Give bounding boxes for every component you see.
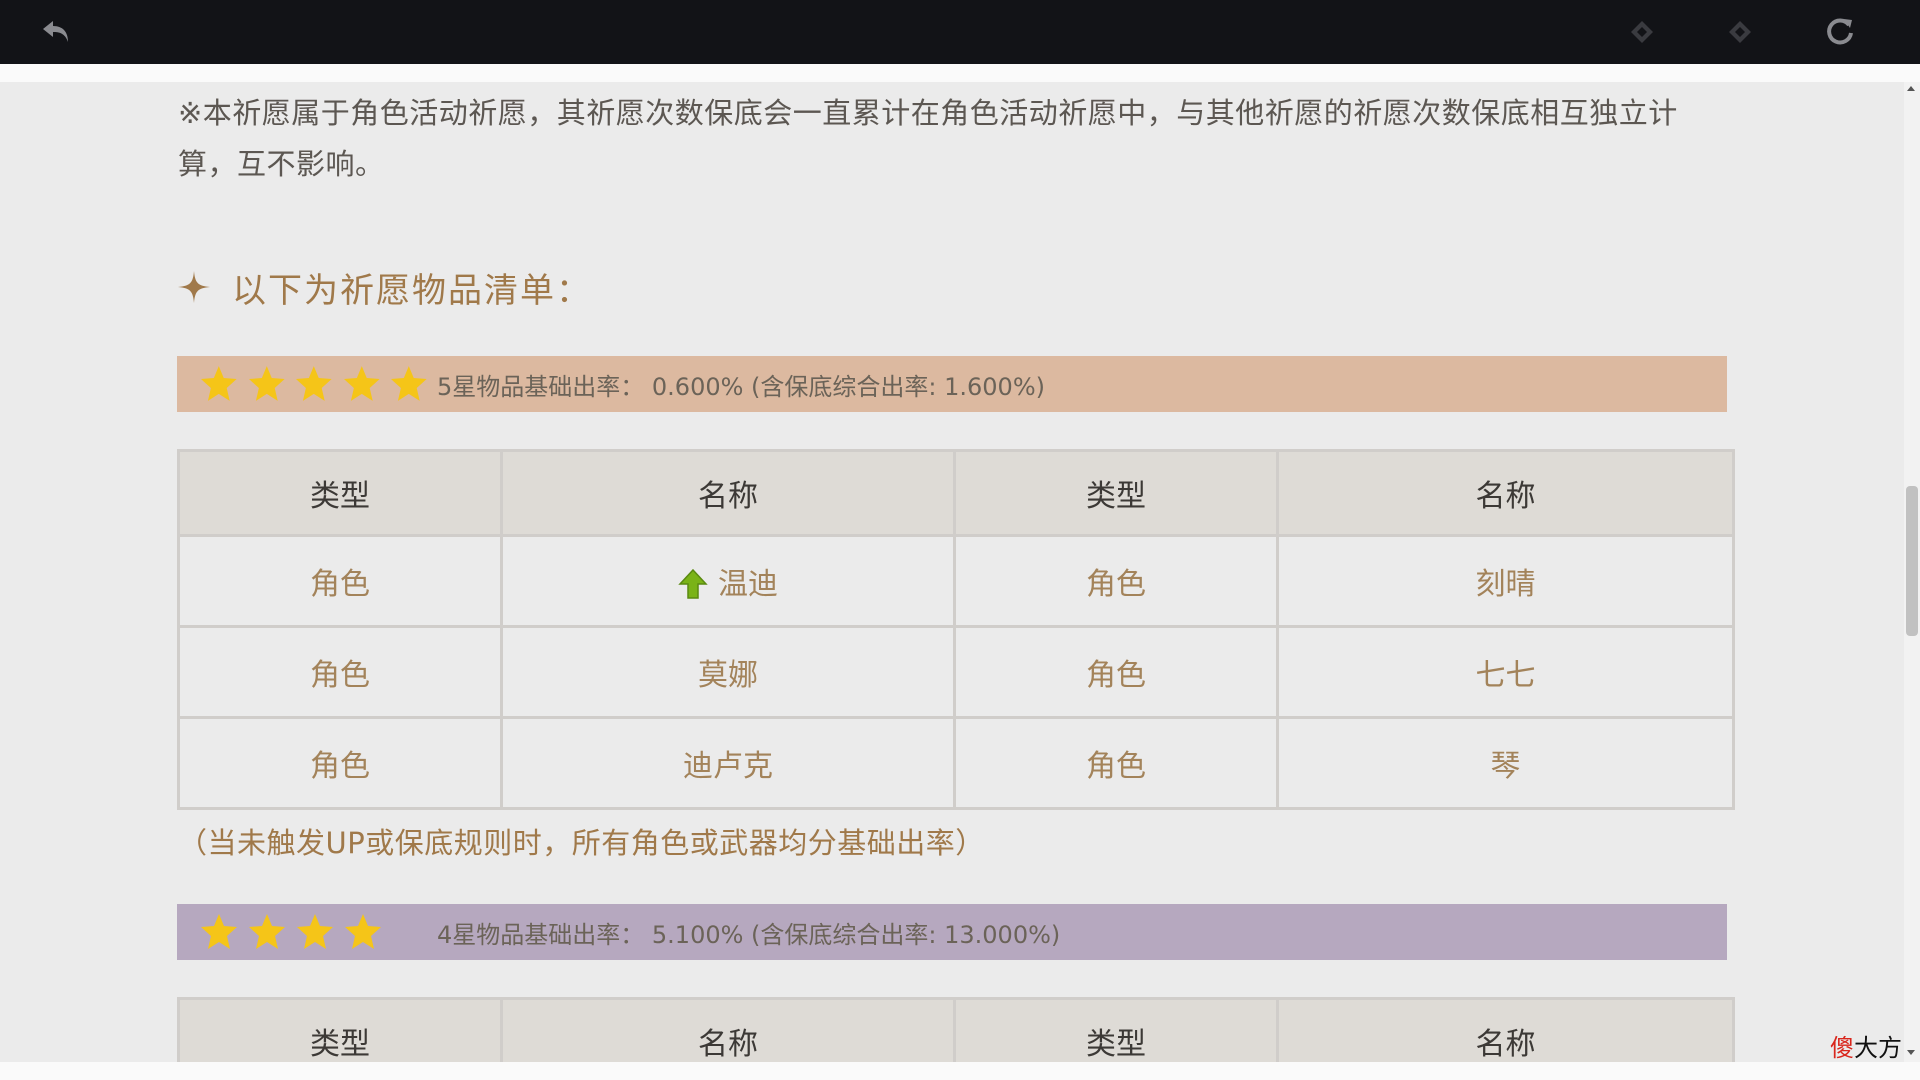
four-star-rate-text: 4星物品基础出率： 5.100% (含保底综合出率: 13.000%) (437, 920, 1061, 949)
header-type: 类型 (177, 449, 503, 537)
table-header-row: 类型 名称 类型 名称 (177, 997, 1735, 1062)
top-divider (0, 64, 1920, 82)
star-icon (345, 914, 381, 949)
header-type: 类型 (177, 997, 503, 1062)
five-star-rate-text: 5星物品基础出率： 0.600% (含保底综合出率: 1.600%) (437, 372, 1045, 401)
back-arrow-icon (43, 21, 68, 42)
rate-footnote: （当未触发UP或保底规则时，所有角色或武器均分基础出率） (178, 826, 985, 860)
five-star-item-table: 类型 名称 类型 名称 角色 温迪 角色 刻晴 角色 莫娜 角色 七七 角色 迪… (177, 449, 1735, 810)
refresh-icon (1827, 18, 1853, 45)
table-header-row: 类型 名称 类型 名称 (177, 449, 1735, 537)
section-title: 以下为祈愿物品清单： (232, 270, 592, 311)
sparkle-icon (178, 271, 210, 303)
scroll-down-arrow-icon[interactable] (1907, 1050, 1915, 1055)
watermark-logo: 傻大方 (1830, 1028, 1902, 1063)
prev-button[interactable] (1622, 12, 1662, 52)
table-row: 角色 莫娜 角色 七七 (177, 625, 1735, 719)
header-name: 名称 (500, 997, 956, 1062)
five-star-rating (199, 364, 437, 404)
header-name: 名称 (1276, 997, 1735, 1062)
refresh-button[interactable] (1820, 12, 1860, 52)
scroll-up-arrow-icon[interactable] (1907, 86, 1915, 91)
up-arrow-icon (678, 568, 708, 599)
star-icon (200, 366, 237, 401)
next-diamond-icon (1729, 21, 1751, 43)
watermark-text: 大方 (1854, 1035, 1902, 1062)
item-name: 七七 (1276, 625, 1735, 719)
item-name: 琴 (1276, 716, 1735, 810)
page-content: ※本祈愿属于角色活动祈愿，其祈愿次数保底会一直累计在角色活动祈愿中，与其他祈愿的… (0, 82, 1904, 1062)
item-type: 角色 (953, 534, 1279, 628)
watermark-red-text: 傻 (1830, 1035, 1854, 1062)
star-icon (297, 914, 333, 949)
section-heading: 以下为祈愿物品清单： (176, 262, 592, 312)
star-icon (248, 366, 285, 401)
item-name: 莫娜 (500, 625, 956, 719)
next-button[interactable] (1720, 12, 1760, 52)
star-icon (296, 366, 332, 401)
item-name: 温迪 (718, 567, 778, 602)
star-icon (201, 914, 237, 949)
item-type: 角色 (177, 716, 503, 810)
top-toolbar (0, 0, 1920, 64)
wish-note: ※本祈愿属于角色活动祈愿，其祈愿次数保底会一直累计在角色活动祈愿中，与其他祈愿的… (178, 96, 1678, 181)
star-icon (249, 914, 285, 949)
item-name-cell: 温迪 (500, 534, 956, 628)
four-star-rate-bar: 4星物品基础出率： 5.100% (含保底综合出率: 13.000%) (177, 904, 1727, 960)
table-row: 角色 迪卢克 角色 琴 (177, 716, 1735, 810)
item-name: 刻晴 (1276, 534, 1735, 628)
bottom-divider (0, 1062, 1920, 1080)
vertical-scrollbar[interactable] (1904, 82, 1920, 1062)
star-icon (343, 366, 380, 401)
four-star-item-table: 类型 名称 类型 名称 (177, 997, 1735, 1062)
item-type: 角色 (953, 625, 1279, 719)
item-type: 角色 (953, 716, 1279, 810)
header-name: 名称 (500, 449, 956, 537)
scrollbar-thumb[interactable] (1906, 486, 1918, 636)
item-type: 角色 (177, 625, 503, 719)
header-type: 类型 (953, 997, 1279, 1062)
table-row: 角色 温迪 角色 刻晴 (177, 534, 1735, 628)
header-type: 类型 (953, 449, 1279, 537)
star-icon (391, 366, 427, 401)
five-star-rate-bar: 5星物品基础出率： 0.600% (含保底综合出率: 1.600%) (177, 356, 1727, 412)
prev-diamond-icon (1631, 21, 1653, 43)
back-button[interactable] (36, 12, 76, 52)
item-name: 迪卢克 (500, 716, 956, 810)
item-type: 角色 (177, 534, 503, 628)
four-star-rating (199, 912, 437, 952)
header-name: 名称 (1276, 449, 1735, 537)
